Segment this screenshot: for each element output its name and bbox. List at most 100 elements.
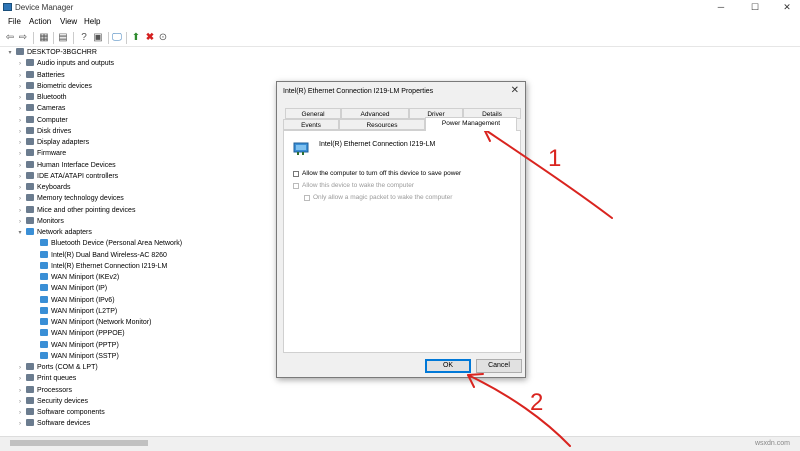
device-category-icon [26,161,34,168]
maximize-button[interactable]: ☐ [742,0,768,14]
tree-category[interactable]: › Biometric devices [16,81,92,92]
tree-device[interactable]: WAN Miniport (IPv6) [30,295,115,306]
chevron-down-icon[interactable]: ▾ [6,48,14,59]
toolbar-separator [108,32,109,44]
update-driver-icon[interactable]: ⬆ [130,32,142,44]
uninstall-icon[interactable]: ✖ [144,32,156,44]
device-category-icon [26,217,34,224]
menu-action[interactable]: Action [29,17,51,26]
tree-device[interactable]: WAN Miniport (IKEv2) [30,272,119,283]
tree-device[interactable]: WAN Miniport (IP) [30,283,107,294]
chevron-right-icon[interactable]: › [16,104,24,115]
chevron-right-icon[interactable]: › [16,419,24,430]
tree-device[interactable]: WAN Miniport (PPPOE) [30,328,125,339]
tree-device[interactable]: Intel(R) Ethernet Connection I219-LM [30,261,167,272]
tree-device[interactable]: WAN Miniport (Network Monitor) [30,317,151,328]
tree-category[interactable]: › Mice and other pointing devices [16,205,135,216]
tree-category[interactable]: › Ports (COM & LPT) [16,362,98,373]
tree-root[interactable]: ▾ DESKTOP-3BGCHRR [6,47,97,58]
network-adapter-icon [40,284,48,291]
tree-item-label: Keyboards [37,184,71,191]
horizontal-scrollbar[interactable] [0,436,800,451]
tree-category[interactable]: › Audio inputs and outputs [16,58,114,69]
tree-category[interactable]: › IDE ATA/ATAPI controllers [16,171,118,182]
tree-device[interactable]: Bluetooth Device (Personal Area Network) [30,238,182,249]
device-category-icon [26,397,34,404]
tab-general[interactable]: General [285,108,341,119]
close-button[interactable]: ✕ [774,0,800,14]
tree-category[interactable]: › Monitors [16,216,64,227]
device-category-icon [26,386,34,393]
device-category-icon [26,374,34,381]
device-category-icon [26,104,34,111]
allow-turn-off-checkbox[interactable] [293,171,299,177]
scan-hardware-icon[interactable]: 🖵 [111,32,123,44]
tree-category[interactable]: › Batteries [16,70,65,81]
tree-item-label: WAN Miniport (L2TP) [51,308,118,315]
show-hide-tree-icon[interactable]: ▦ [38,32,50,44]
tree-device[interactable]: WAN Miniport (SSTP) [30,351,119,362]
menu-help[interactable]: Help [84,17,100,26]
tree-device[interactable]: Intel(R) Dual Band Wireless-AC 8260 [30,250,167,261]
back-icon[interactable]: ⇦ [4,32,16,44]
tree-category[interactable]: › Firmware [16,148,66,159]
tree-item-label: Cameras [37,105,66,112]
disable-device-icon[interactable]: ⊙ [157,32,169,44]
tree-category[interactable]: › Software components [16,407,105,418]
tree-item-label: WAN Miniport (IPv6) [51,297,115,304]
tree-category[interactable]: › Disk drives [16,126,71,137]
tree-device[interactable]: WAN Miniport (L2TP) [30,306,117,317]
allow-wake-checkbox[interactable] [293,183,299,189]
properties-icon[interactable]: ▤ [57,32,69,44]
tree-category[interactable]: › Software devices [16,418,90,429]
scrollbar-thumb[interactable] [10,440,148,446]
tree-category[interactable]: › Processors [16,385,72,396]
tab-advanced[interactable]: Advanced [341,108,409,119]
tab-power-management[interactable]: Power Management [425,117,517,131]
tree-category[interactable]: › Display adapters [16,137,89,148]
chevron-right-icon[interactable]: › [16,374,24,385]
menu-file[interactable]: File [8,17,21,26]
dialog-close-button[interactable]: ✕ [511,85,519,96]
view-icon[interactable]: ▣ [92,32,104,44]
toolbar-separator [33,32,34,44]
tree-item-label: IDE ATA/ATAPI controllers [37,173,119,180]
tree-item-label: Memory technology devices [37,195,124,202]
tree-category[interactable]: › Computer [16,115,68,126]
chevron-down-icon[interactable]: ▾ [16,228,24,239]
magic-packet-checkbox[interactable] [304,195,310,201]
tree-category[interactable]: › Memory technology devices [16,193,124,204]
toolbar-separator [73,32,74,44]
help-icon[interactable]: ? [78,32,90,44]
chevron-right-icon[interactable]: › [16,217,24,228]
tab-resources[interactable]: Resources [339,119,425,130]
device-category-icon [26,172,34,179]
watermark: wsxdn.com [754,440,790,447]
network-adapter-icon [40,329,48,336]
chevron-right-icon[interactable]: › [16,149,24,160]
tree-category[interactable]: › Print queues [16,373,76,384]
chevron-right-icon[interactable]: › [16,59,24,70]
menu-view[interactable]: View [60,17,77,26]
window-title: Device Manager [15,3,74,12]
tree-item-label: WAN Miniport (PPPOE) [51,330,125,337]
cancel-button[interactable]: Cancel [476,359,522,373]
tree-category-network-adapters[interactable]: ▾ Network adapters [16,227,92,238]
tab-events[interactable]: Events [283,119,339,130]
tree-device[interactable]: WAN Miniport (PPTP) [30,340,119,351]
tree-category[interactable]: › Human Interface Devices [16,160,116,171]
tree-category[interactable]: › Keyboards [16,182,70,193]
tree-category[interactable]: › Bluetooth [16,92,67,103]
network-adapter-icon [40,262,48,269]
device-category-icon [26,419,34,426]
tree-item-label: Batteries [37,72,65,79]
tree-category[interactable]: › Security devices [16,396,88,407]
chevron-right-icon[interactable]: › [16,194,24,205]
allow-wake-label: Allow this device to wake the computer [302,182,414,189]
allow-turn-off-label[interactable]: Allow the computer to turn off this devi… [302,170,461,177]
minimize-button[interactable]: ─ [708,0,734,14]
toolbar-separator [126,32,127,44]
tree-category[interactable]: › Cameras [16,103,65,114]
ok-button[interactable]: OK [425,359,471,373]
forward-icon[interactable]: ⇨ [17,32,29,44]
